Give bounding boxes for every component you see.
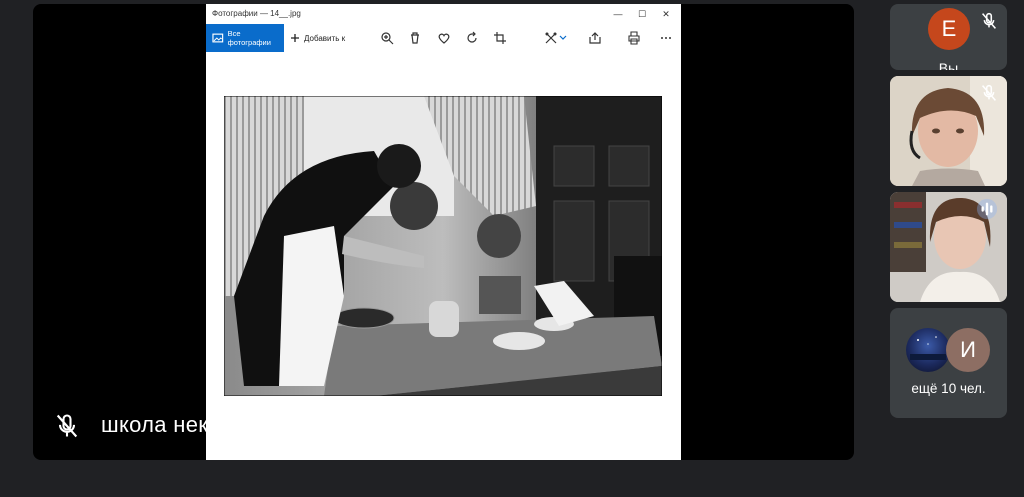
participant-tile-you[interactable]: E Вы bbox=[890, 4, 1007, 70]
window-title: Фотографии — 14__.jpg bbox=[212, 9, 301, 18]
photos-toolbar: Все фотографии Добавить к bbox=[206, 24, 681, 52]
all-photos-label: Все фотографии bbox=[227, 29, 271, 47]
chevron-down-icon[interactable] bbox=[559, 31, 567, 45]
window-titlebar: Фотографии — 14__.jpg — ☐ ✕ bbox=[206, 4, 681, 24]
plus-icon bbox=[291, 34, 299, 42]
maximize-button[interactable]: ☐ bbox=[635, 7, 649, 21]
all-photos-button[interactable]: Все фотографии bbox=[206, 24, 284, 52]
avatar-image bbox=[910, 336, 946, 360]
crop-icon[interactable] bbox=[493, 31, 507, 45]
close-button[interactable]: ✕ bbox=[659, 7, 673, 21]
add-to-label: Добавить к bbox=[304, 33, 346, 43]
participant-label: Вы bbox=[938, 60, 959, 70]
avatar bbox=[906, 328, 950, 372]
rotate-icon[interactable] bbox=[465, 31, 479, 45]
avatar: И bbox=[946, 328, 990, 372]
mic-off-icon bbox=[981, 84, 997, 101]
add-to-button[interactable]: Добавить к bbox=[290, 24, 345, 52]
mic-off-icon bbox=[56, 414, 78, 438]
more-options-icon[interactable] bbox=[659, 31, 673, 45]
vintage-photo-image bbox=[224, 96, 662, 396]
minimize-button[interactable]: — bbox=[611, 7, 625, 21]
photos-app-window: Фотографии — 14__.jpg — ☐ ✕ Все фотограф… bbox=[206, 4, 681, 460]
participant-tile-speaking[interactable] bbox=[890, 192, 1007, 302]
delete-icon[interactable] bbox=[408, 31, 422, 45]
mic-off-icon bbox=[981, 12, 997, 29]
edit-tools-icon[interactable] bbox=[544, 31, 558, 45]
participant-tile-video[interactable] bbox=[890, 76, 1007, 186]
heart-icon[interactable] bbox=[437, 31, 451, 45]
more-participants-tile[interactable]: И ещё 10 чел. bbox=[890, 308, 1007, 418]
speaking-indicator-icon bbox=[976, 198, 998, 220]
zoom-icon[interactable] bbox=[380, 31, 394, 45]
print-icon[interactable] bbox=[627, 31, 641, 45]
more-participants-label: ещё 10 чел. bbox=[911, 381, 986, 396]
photos-icon bbox=[212, 33, 224, 43]
share-icon[interactable] bbox=[588, 31, 602, 45]
avatar: E bbox=[928, 8, 970, 50]
